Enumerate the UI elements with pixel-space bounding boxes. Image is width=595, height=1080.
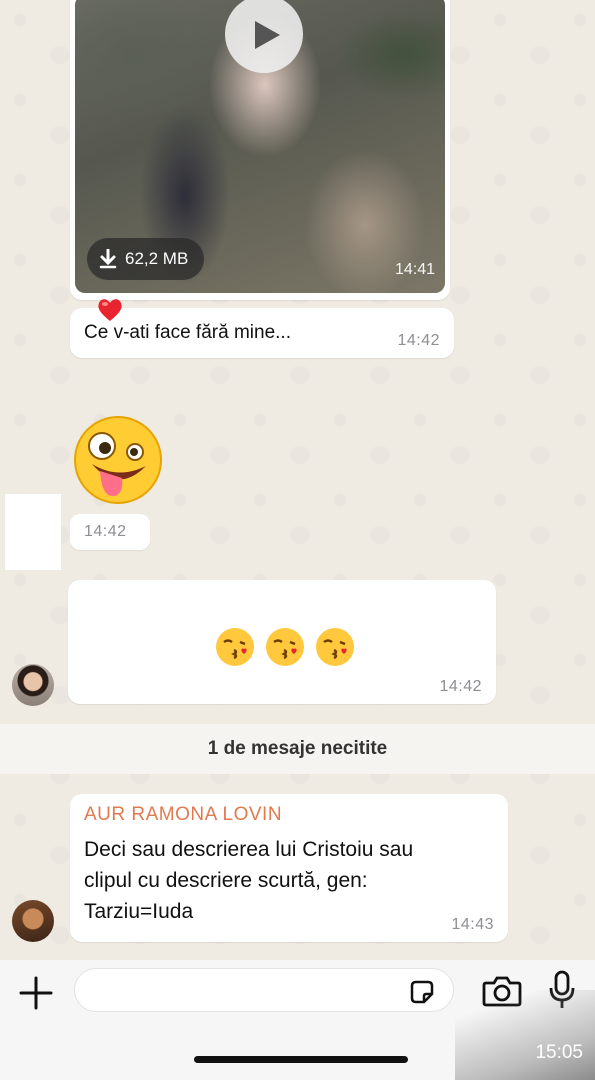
play-icon bbox=[255, 21, 280, 49]
emoji-message[interactable]: 14:42 bbox=[70, 514, 150, 550]
caption-timestamp: 14:42 bbox=[397, 332, 440, 349]
message-timestamp: 14:43 bbox=[451, 916, 494, 933]
unread-separator: 1 de mesaje necitite bbox=[0, 724, 595, 774]
video-size: 62,2 MB bbox=[125, 249, 189, 268]
kissing-face-emoji-icon bbox=[216, 628, 254, 666]
home-indicator[interactable] bbox=[194, 1056, 408, 1063]
download-button[interactable]: 62,2 MB bbox=[87, 238, 205, 280]
heart-reaction-icon[interactable] bbox=[96, 296, 124, 324]
plus-icon[interactable] bbox=[16, 973, 56, 1013]
video-message[interactable]: 62,2 MB 14:41 bbox=[70, 0, 450, 300]
emoji-timestamp: 14:42 bbox=[84, 523, 127, 540]
download-icon bbox=[99, 249, 117, 269]
kissing-face-emoji-icon bbox=[266, 628, 304, 666]
sender-name[interactable]: AUR RAMONA LOVIN bbox=[84, 804, 282, 826]
video-thumbnail[interactable]: 62,2 MB 14:41 bbox=[75, 0, 445, 293]
avatar[interactable] bbox=[12, 900, 54, 942]
corner-shadow bbox=[455, 990, 595, 1080]
status-time: 15:05 bbox=[535, 1042, 583, 1063]
kiss-emoji-row bbox=[214, 626, 356, 668]
text-message[interactable]: AUR RAMONA LOVIN Deci sau descrierea lui… bbox=[70, 794, 508, 942]
kiss-timestamp: 14:42 bbox=[439, 678, 482, 695]
message-text: Deci sau descrierea lui Cristoiu sau cli… bbox=[84, 838, 414, 923]
avatar[interactable] bbox=[12, 664, 54, 706]
message-input[interactable] bbox=[74, 968, 454, 1012]
redacted-area bbox=[5, 494, 61, 570]
play-button[interactable] bbox=[225, 0, 303, 73]
kissing-face-emoji-icon bbox=[316, 628, 354, 666]
caption-text: Ce v-ati face fără mine... bbox=[84, 322, 291, 343]
kiss-message[interactable]: 14:42 bbox=[68, 580, 496, 704]
video-timestamp: 14:41 bbox=[394, 261, 435, 278]
sticker-icon[interactable] bbox=[408, 978, 436, 1006]
zany-face-emoji-icon bbox=[74, 416, 162, 504]
caption-message[interactable]: Ce v-ati face fără mine... 14:42 bbox=[70, 308, 454, 358]
